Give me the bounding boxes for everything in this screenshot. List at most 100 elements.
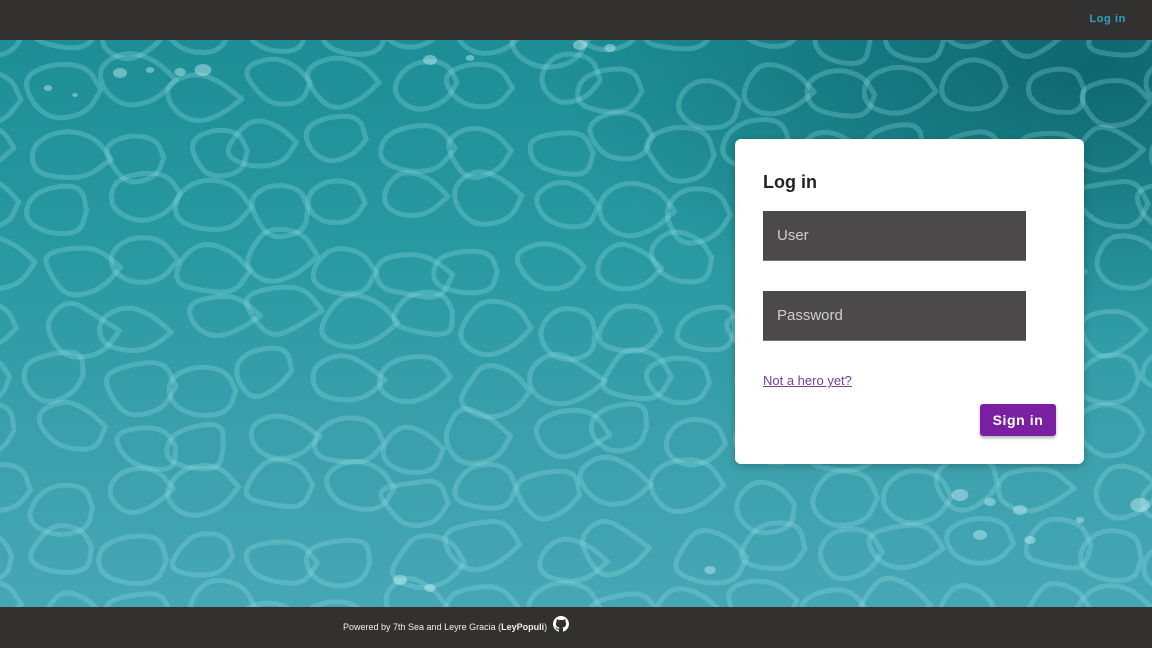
caustic-cell <box>108 235 181 285</box>
caustic-cell <box>0 462 33 513</box>
water-bubble <box>973 530 987 540</box>
login-card: Log in Not a hero yet? Sign in <box>735 139 1084 464</box>
caustic-cell <box>654 586 720 607</box>
caustic-cell <box>882 40 947 63</box>
github-icon[interactable] <box>553 616 569 632</box>
login-link[interactable]: Log in <box>1089 13 1126 25</box>
caustic-cell <box>939 57 1009 112</box>
footer-credit-prefix: Powered by 7th Sea and Leyre Gracia ( <box>343 622 502 632</box>
caustic-cell <box>107 466 177 516</box>
water-bubble <box>145 67 155 73</box>
caustic-cell <box>0 360 12 399</box>
caustic-cell <box>444 584 522 607</box>
caustic-cell <box>1074 352 1142 406</box>
user-input[interactable] <box>763 211 1026 261</box>
caustic-cell <box>189 127 250 179</box>
caustic-cell <box>0 40 23 58</box>
caustic-cell <box>673 528 750 586</box>
caustic-cell <box>537 536 611 584</box>
water-bubble <box>604 44 616 52</box>
caustic-cell <box>381 170 451 219</box>
caustic-cell <box>938 583 996 607</box>
water-bubble <box>1075 517 1085 523</box>
caustic-cell <box>1075 124 1146 173</box>
caustic-cell <box>385 40 436 50</box>
water-bubble <box>573 40 587 50</box>
water-bubble <box>424 584 436 592</box>
caustic-cell <box>1094 233 1152 291</box>
caustic-cell <box>0 127 17 163</box>
caustic-cell <box>664 186 733 246</box>
caustic-cell <box>0 303 19 346</box>
caustic-cell <box>319 292 401 350</box>
caustic-cell <box>526 352 608 407</box>
caustic-cell <box>597 180 678 239</box>
caustic-cell <box>188 577 258 607</box>
sign-in-button[interactable]: Sign in <box>980 404 1056 436</box>
caustic-cell <box>310 246 379 297</box>
caustic-cell <box>514 468 583 522</box>
caustic-cell <box>458 298 534 358</box>
caustic-cell <box>1140 354 1152 389</box>
caustic-cell <box>46 590 99 607</box>
caustic-cell <box>643 40 711 52</box>
caustic-cell <box>234 345 295 400</box>
caustic-cell <box>225 118 299 169</box>
water-bubble <box>174 68 186 76</box>
caustic-cell <box>1086 40 1152 58</box>
password-input[interactable] <box>763 291 1026 341</box>
caustic-cell <box>1079 78 1152 129</box>
caustic-cell <box>600 347 674 402</box>
caustic-cell <box>165 463 242 518</box>
caustic-cell <box>648 457 727 515</box>
caustic-cell <box>97 51 179 108</box>
register-link[interactable]: Not a hero yet? <box>763 373 852 388</box>
caustic-cell <box>320 40 387 57</box>
caustic-cell <box>575 66 645 115</box>
caustic-cell <box>452 169 525 227</box>
caustic-cell <box>1141 548 1152 588</box>
caustic-cell <box>587 110 655 162</box>
water-bubble <box>704 566 716 574</box>
caustic-cell <box>452 461 519 511</box>
caustic-cell <box>97 305 174 354</box>
caustic-cell <box>305 178 368 226</box>
caustic-cell <box>0 402 17 452</box>
caustic-cell <box>1001 40 1062 59</box>
caustic-cell <box>24 183 90 237</box>
footer-credit-suffix: ) <box>544 622 548 632</box>
caustic-cell <box>29 129 114 181</box>
caustic-cell <box>812 40 873 66</box>
footer: Powered by 7th Sea and Leyre Gracia (Ley… <box>0 607 1152 648</box>
caustic-cell <box>527 130 596 177</box>
caustic-cell <box>945 40 994 50</box>
caustic-cell <box>538 306 599 362</box>
caustic-cell <box>0 71 24 124</box>
caustic-cell <box>514 241 587 292</box>
caustic-cell <box>857 575 934 607</box>
water-bubble <box>72 93 78 97</box>
water-bubble <box>465 55 475 61</box>
water-bubble <box>43 85 53 91</box>
caustic-cell <box>676 78 742 131</box>
caustic-cell <box>577 454 654 507</box>
caustic-cell <box>380 424 446 476</box>
caustic-cell <box>0 235 38 291</box>
caustic-cell <box>378 123 458 174</box>
caustic-cell <box>248 413 323 461</box>
caustic-cell <box>588 401 650 454</box>
caustic-cell <box>36 399 108 452</box>
caustic-cell <box>104 591 171 607</box>
caustic-cell <box>533 407 613 460</box>
caustic-cell <box>534 179 601 230</box>
caustic-cell <box>303 113 369 164</box>
caustic-cell <box>861 64 939 116</box>
login-title: Log in <box>763 172 817 192</box>
caustic-cell <box>0 580 25 607</box>
caustic-cell <box>43 245 124 298</box>
caustic-cell <box>596 303 664 354</box>
footer-credit: Powered by 7th Sea and Leyre Gracia (Ley… <box>343 622 547 632</box>
caustic-cell <box>741 62 817 117</box>
water-bubble <box>423 55 437 65</box>
water-bubble <box>951 489 969 501</box>
